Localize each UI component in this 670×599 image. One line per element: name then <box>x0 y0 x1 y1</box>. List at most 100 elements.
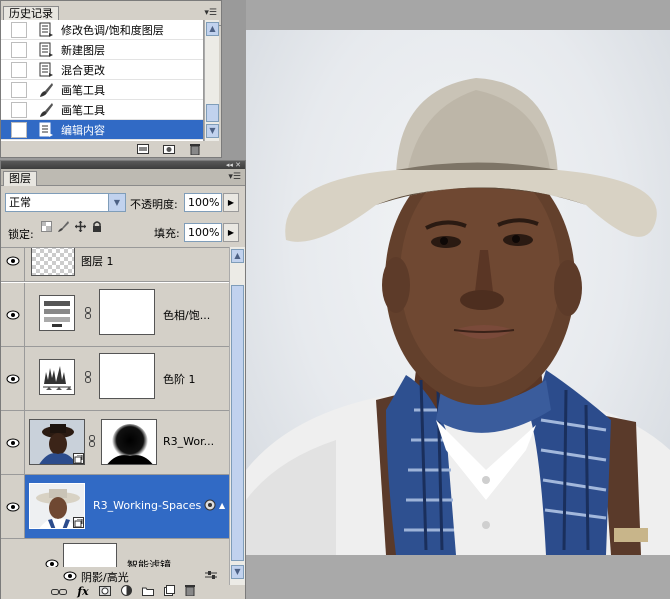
lock-image-pixels-icon[interactable] <box>58 221 69 235</box>
history-item[interactable]: 新建图层 <box>1 40 203 60</box>
history-list: 修改色调/饱和度图层 新建图层 混合更改 画笔工具 画笔工具 编辑内容 <box>1 20 204 141</box>
lock-all-icon[interactable] <box>92 221 102 235</box>
link-layers-icon[interactable] <box>51 586 68 599</box>
panel-menu-icon[interactable]: ▾☰ <box>204 8 217 18</box>
visibility-eye-icon[interactable] <box>1 411 25 474</box>
new-snapshot-icon[interactable] <box>163 144 175 154</box>
layer-row[interactable]: 图层 1 <box>1 248 229 282</box>
layer-mask-thumbnail[interactable] <box>101 419 157 465</box>
snapshot-checkbox[interactable] <box>11 61 27 78</box>
history-item-selected[interactable]: 编辑内容 <box>1 120 203 140</box>
mask-link-icon[interactable] <box>85 371 91 386</box>
chevron-down-icon[interactable]: ▼ <box>108 194 125 211</box>
layer-name[interactable]: R3_Working-Spaces <box>93 499 201 512</box>
blend-mode-select[interactable]: 正常 ▼ <box>5 193 126 212</box>
layer-thumbnail <box>31 248 75 276</box>
history-item-label: 画笔工具 <box>61 83 105 97</box>
history-scrollbar[interactable]: ▲ ▼ <box>204 20 219 141</box>
add-mask-icon[interactable] <box>98 585 111 599</box>
filter-effect-label[interactable]: 阴影/高光 <box>81 569 129 585</box>
history-item[interactable]: 修改色调/饱和度图层 <box>1 20 203 40</box>
filter-effect-row[interactable]: 阴影/高光 <box>1 567 229 585</box>
layers-options: 正常 ▼ 不透明度: 100% ▶ 锁定: 填充: 100% ▶ <box>1 187 245 247</box>
document-canvas[interactable] <box>246 30 670 555</box>
layer-row[interactable]: R3_Wor... <box>1 411 229 475</box>
layers-panel: ◂◂ ✕ 图层 ▾☰ 正常 ▼ 不透明度: 100% ▶ 锁定: 填充: 100… <box>0 160 246 599</box>
layers-footer: fx <box>1 585 245 599</box>
history-item-label: 编辑内容 <box>61 123 105 137</box>
opacity-label: 不透明度: <box>130 198 178 211</box>
hue-saturation-icon <box>39 295 75 331</box>
trash-icon[interactable] <box>189 143 201 155</box>
visibility-eye-icon[interactable] <box>1 475 25 538</box>
collapse-icon[interactable]: ◂◂ ✕ <box>226 161 241 169</box>
trash-icon[interactable] <box>184 585 195 599</box>
filter-blending-options-icon[interactable] <box>205 570 217 583</box>
collapse-effects-icon[interactable]: ▲ <box>219 501 225 510</box>
blend-mode-value: 正常 <box>9 196 31 209</box>
history-item-label: 修改色调/饱和度图层 <box>61 23 164 37</box>
lock-transparent-pixels-icon[interactable] <box>41 221 52 235</box>
layers-tab[interactable]: 图层 <box>3 171 37 186</box>
portrait-image <box>246 78 670 555</box>
mask-link-icon[interactable] <box>85 307 91 322</box>
snapshot-checkbox[interactable] <box>11 41 27 58</box>
layer-row[interactable]: 色阶 1 <box>1 347 229 411</box>
smart-object-badge-icon <box>73 453 84 464</box>
history-state-icon <box>37 42 55 58</box>
snapshot-checkbox[interactable] <box>11 21 27 38</box>
scroll-thumb[interactable] <box>231 285 244 561</box>
snapshot-checkbox[interactable] <box>11 101 27 118</box>
history-state-icon <box>37 122 55 138</box>
opacity-slider-arrow-icon[interactable]: ▶ <box>223 193 239 212</box>
levels-icon <box>39 359 75 395</box>
scroll-thumb[interactable] <box>206 104 219 122</box>
layer-style-fx-icon[interactable]: fx <box>77 586 88 597</box>
history-item[interactable]: 画笔工具 <box>1 80 203 100</box>
smart-filter-indicator-icon[interactable] <box>204 499 216 514</box>
lock-label: 锁定: <box>8 228 34 241</box>
layer-name[interactable]: 图层 1 <box>81 253 114 269</box>
history-item[interactable]: 混合更改 <box>1 60 203 80</box>
fill-label: 填充: <box>154 227 180 240</box>
layer-row[interactable]: 色相/饱... <box>1 283 229 347</box>
layers-list: 图层 1 色相/饱... 色阶 1 R3_Wor... R3_Working-S… <box>1 247 229 569</box>
history-tab[interactable]: 历史记录 <box>3 6 59 21</box>
brush-icon <box>37 82 55 98</box>
history-panel: 历史记录 ▾☰ 修改色调/饱和度图层 新建图层 混合更改 画笔工具 画笔工具 编… <box>0 0 222 158</box>
layer-name[interactable]: R3_Wor... <box>163 435 214 448</box>
layers-panel-titlebar[interactable]: ◂◂ ✕ <box>1 161 245 169</box>
snapshot-checkbox[interactable] <box>11 81 27 98</box>
visibility-eye-icon[interactable] <box>63 571 77 584</box>
history-item[interactable]: 画笔工具 <box>1 100 203 120</box>
layers-scrollbar[interactable]: ▲ ▼ <box>229 247 245 585</box>
fill-slider-arrow-icon[interactable]: ▶ <box>223 223 239 242</box>
panel-menu-icon[interactable]: ▾☰ <box>228 172 241 182</box>
layer-name[interactable]: 色阶 1 <box>163 371 196 387</box>
lock-position-icon[interactable] <box>75 221 86 235</box>
scroll-up-icon[interactable]: ▲ <box>231 249 244 263</box>
smart-filter-mask-thumbnail[interactable] <box>63 543 117 569</box>
scroll-down-icon[interactable]: ▼ <box>231 565 244 579</box>
visibility-eye-icon[interactable] <box>1 347 25 410</box>
history-item-label: 画笔工具 <box>61 103 105 117</box>
opacity-input[interactable]: 100% <box>184 193 222 212</box>
smart-filters-row[interactable]: 智能滤镜 <box>1 539 229 569</box>
scroll-up-icon[interactable]: ▲ <box>206 22 219 36</box>
visibility-eye-icon[interactable] <box>1 283 25 346</box>
mask-link-icon[interactable] <box>89 435 95 450</box>
snapshot-checkbox[interactable] <box>11 121 27 138</box>
new-group-folder-icon[interactable] <box>141 586 154 599</box>
visibility-eye-icon[interactable] <box>1 248 25 281</box>
new-document-from-state-icon[interactable] <box>137 144 149 154</box>
scroll-down-icon[interactable]: ▼ <box>206 124 219 138</box>
history-footer <box>1 141 221 157</box>
layer-mask-thumbnail[interactable] <box>99 353 155 399</box>
layer-row-selected[interactable]: R3_Working-Spaces ▲ <box>1 475 229 539</box>
layer-mask-thumbnail[interactable] <box>99 289 155 335</box>
adjustment-layer-icon[interactable] <box>120 585 132 599</box>
layer-name[interactable]: 色相/饱... <box>163 307 210 323</box>
fill-input[interactable]: 100% <box>184 223 222 242</box>
new-layer-icon[interactable] <box>163 585 175 599</box>
